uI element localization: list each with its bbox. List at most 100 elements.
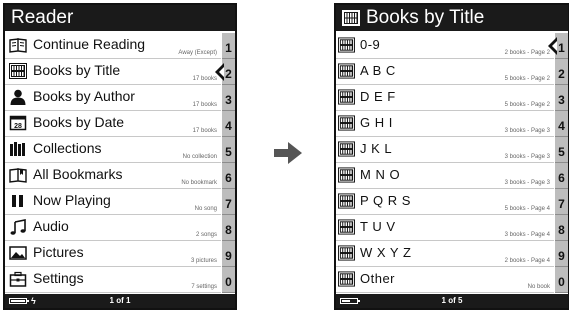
list-item-label: Books by Title — [33, 62, 121, 78]
list-item[interactable]: J K L 3 books - Page 3 — [336, 137, 554, 163]
number-key-7[interactable]: 7 — [222, 189, 235, 215]
number-key-8[interactable]: 8 — [555, 215, 568, 241]
number-key-0[interactable]: 0 — [555, 267, 568, 293]
list-item-detail: 3 pictures — [190, 258, 217, 264]
books-grid-icon — [338, 115, 355, 131]
list-item[interactable]: G H I 3 books - Page 3 — [336, 111, 554, 137]
page-indicator: 1 of 5 — [441, 296, 463, 305]
list-item[interactable]: 0-9 2 books - Page 2 — [336, 33, 554, 59]
list-item[interactable]: Settings 7 settings — [5, 267, 221, 293]
list-item[interactable]: P Q R S 5 books - Page 4 — [336, 189, 554, 215]
right-arrow-icon — [274, 142, 302, 164]
list-item-detail: No book — [527, 284, 550, 290]
list-item-detail: Away (Except) — [178, 50, 217, 56]
number-key-3[interactable]: 3 — [222, 85, 235, 111]
list-item[interactable]: Now Playing No song — [5, 189, 221, 215]
list-item-label: A B C — [360, 63, 396, 78]
list-item-detail: 2 books - Page 2 — [504, 50, 550, 56]
picture-icon — [9, 246, 27, 260]
number-key-0[interactable]: 0 — [222, 267, 235, 293]
list-item-label: D E F — [360, 89, 396, 104]
list-item[interactable]: Collections No collection — [5, 137, 221, 163]
list-item-label: J K L — [360, 141, 393, 156]
music-note-icon — [10, 219, 26, 235]
books-grid-icon — [342, 10, 360, 26]
list-item-detail: 5 books - Page 2 — [504, 76, 550, 82]
list-item[interactable]: Continue Reading Away (Except) — [5, 33, 221, 59]
person-icon — [10, 89, 26, 105]
number-key-9[interactable]: 9 — [222, 241, 235, 267]
list-item-label: 0-9 — [360, 37, 381, 52]
selection-pointer-icon — [548, 37, 557, 55]
list-item-label: G H I — [360, 115, 393, 130]
list-item-label: Settings — [33, 270, 84, 286]
number-key-5[interactable]: 5 — [555, 137, 568, 163]
books-grid-icon — [9, 63, 27, 79]
list-item[interactable]: Books by Title 17 books — [5, 59, 221, 85]
books-grid-icon — [338, 37, 355, 53]
status-bar: 1 of 5 — [336, 294, 568, 308]
list-item[interactable]: All Bookmarks No bookmark — [5, 163, 221, 189]
list-item-detail: 5 books - Page 2 — [504, 102, 550, 108]
list-item[interactable]: Audio 2 songs — [5, 215, 221, 241]
books-grid-icon — [338, 193, 355, 209]
calendar-icon: 28 — [9, 115, 27, 131]
list-item-label: Books by Date — [33, 114, 125, 130]
list-item[interactable]: T U V 3 books - Page 4 — [336, 215, 554, 241]
number-key-4[interactable]: 4 — [555, 111, 568, 137]
list-item-detail: 17 books — [192, 76, 217, 82]
list-item-detail: No song — [194, 206, 217, 212]
list-item-label: M N O — [360, 167, 401, 182]
books-grid-icon — [338, 167, 355, 183]
menu-list: Continue Reading Away (Except) Books by Ti… — [5, 33, 221, 293]
list-item-detail: 3 books - Page 3 — [504, 128, 550, 134]
number-key-2[interactable]: 2 — [555, 59, 568, 85]
number-key-9[interactable]: 9 — [555, 241, 568, 267]
list-item-label: Books by Author — [33, 88, 135, 104]
list-item-detail: 17 books — [192, 128, 217, 134]
page-title: Books by Title — [366, 7, 485, 28]
number-key-7[interactable]: 7 — [555, 189, 568, 215]
list-item[interactable]: Other No book — [336, 267, 554, 293]
number-key-6[interactable]: 6 — [555, 163, 568, 189]
number-key-6[interactable]: 6 — [222, 163, 235, 189]
books-grid-icon — [338, 63, 355, 79]
list-item[interactable]: D E F 5 books - Page 2 — [336, 85, 554, 111]
list-item-label: T U V — [360, 219, 396, 234]
selection-pointer-icon — [215, 63, 224, 81]
books-grid-icon — [338, 141, 355, 157]
list-item-detail: 3 books - Page 4 — [504, 232, 550, 238]
settings-icon — [9, 271, 27, 287]
number-key-4[interactable]: 4 — [222, 111, 235, 137]
title-group-list: 0-9 2 books - Page 2 A B C 5 books - Page 2… — [336, 33, 554, 293]
books-grid-icon — [338, 245, 355, 261]
svg-text:28: 28 — [14, 123, 22, 130]
number-key-3[interactable]: 3 — [555, 85, 568, 111]
books-grid-icon — [338, 89, 355, 105]
number-key-1[interactable]: 1 — [222, 33, 235, 59]
list-item[interactable]: Pictures 3 pictures — [5, 241, 221, 267]
list-item-detail: No bookmark — [181, 180, 217, 186]
number-key-8[interactable]: 8 — [222, 215, 235, 241]
book-open-icon — [9, 38, 27, 53]
list-item[interactable]: 28 Books by Date 17 books — [5, 111, 221, 137]
list-item[interactable]: M N O 3 books - Page 3 — [336, 163, 554, 189]
reader-home-screen: Reader Continue Reading Away (Except) Book… — [3, 3, 237, 310]
list-item[interactable]: A B C 5 books - Page 2 — [336, 59, 554, 85]
books-by-title-screen: Books by Title 0-9 2 books - Page 2 A B C 5… — [334, 3, 569, 310]
books-grid-icon — [338, 219, 355, 235]
list-item[interactable]: W X Y Z 2 books - Page 4 — [336, 241, 554, 267]
collections-icon — [10, 142, 25, 156]
page-title-bar: Books by Title — [336, 5, 568, 31]
number-key-5[interactable]: 5 — [222, 137, 235, 163]
status-bar: ϟ 1 of 1 — [5, 294, 235, 308]
number-key-rail: 1234567890 — [215, 33, 235, 293]
pause-icon — [12, 195, 23, 207]
list-item-detail: 3 books - Page 3 — [504, 154, 550, 160]
list-item-label: Other — [360, 271, 396, 286]
list-item-label: Collections — [33, 140, 102, 156]
list-item-detail: 5 books - Page 4 — [504, 206, 550, 212]
list-item[interactable]: Books by Author 17 books — [5, 85, 221, 111]
list-item-detail: No collection — [182, 154, 217, 160]
page-title: Reader — [5, 5, 235, 31]
